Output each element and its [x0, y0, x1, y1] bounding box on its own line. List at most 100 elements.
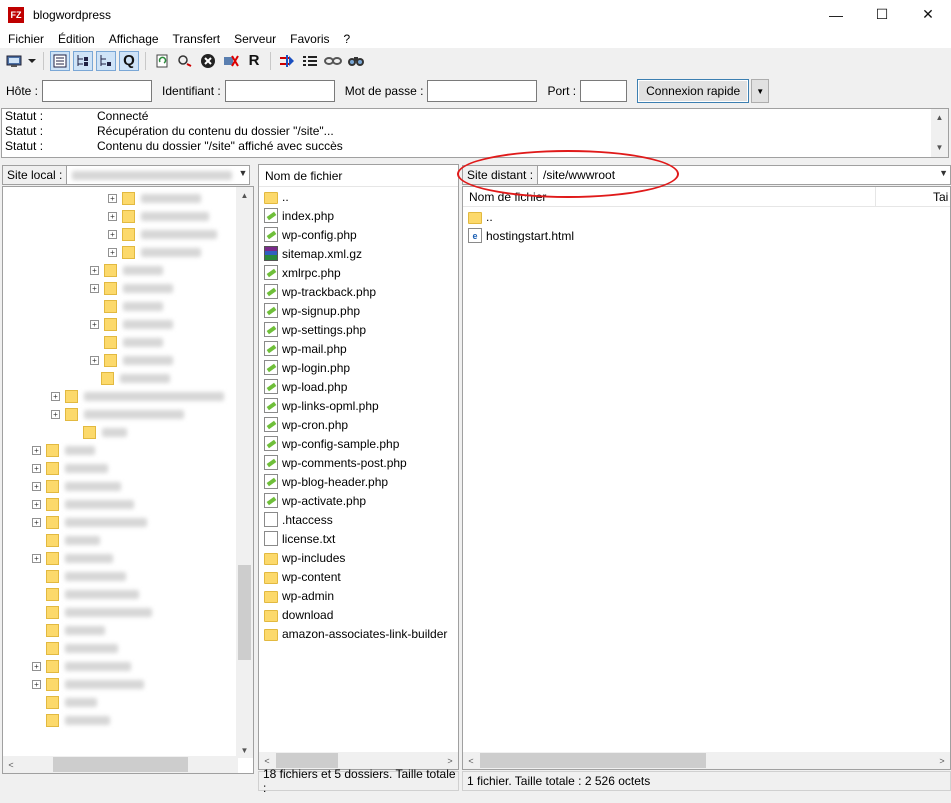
file-row[interactable]: wp-signup.php — [259, 301, 458, 320]
tree-node[interactable]: + — [108, 225, 217, 243]
file-row[interactable]: wp-activate.php — [259, 491, 458, 510]
file-row[interactable]: download — [259, 605, 458, 624]
search-icon[interactable] — [346, 51, 366, 71]
expand-icon[interactable]: + — [32, 481, 41, 491]
local-tree[interactable]: + + + + + + + + + + + + + + + + + + ▲ ▼ < — [2, 186, 254, 774]
remote-size-column-header[interactable]: Tai — [933, 190, 948, 204]
tree-node[interactable]: + — [90, 351, 173, 369]
file-row[interactable]: wp-trackback.php — [259, 282, 458, 301]
remote-path[interactable]: /site/wwwroot — [543, 168, 615, 182]
remote-name-column-header[interactable]: Nom de fichier Tai — [463, 187, 950, 207]
tree-node[interactable] — [87, 369, 170, 387]
tree-node[interactable] — [32, 531, 100, 549]
tree-node[interactable] — [32, 603, 152, 621]
local-path-combo[interactable]: ▼ — [67, 165, 251, 185]
file-row[interactable]: .. — [259, 187, 458, 206]
tree-node[interactable]: + — [32, 477, 121, 495]
tree-node[interactable]: + — [32, 513, 147, 531]
close-button[interactable]: ✕ — [905, 0, 951, 29]
disconnect-icon[interactable] — [221, 51, 241, 71]
expand-icon[interactable]: + — [90, 265, 99, 275]
toggle-queue-icon[interactable]: Q — [119, 50, 139, 71]
scroll-left-icon[interactable]: < — [3, 760, 19, 770]
menu-affichage[interactable]: Affichage — [102, 32, 166, 46]
expand-icon[interactable]: + — [32, 553, 41, 563]
file-row[interactable]: amazon-associates-link-builder — [259, 624, 458, 643]
cancel-icon[interactable] — [198, 51, 218, 71]
expand-icon[interactable]: + — [32, 517, 41, 527]
toggle-remote-tree-icon[interactable] — [96, 50, 116, 71]
file-row[interactable]: sitemap.xml.gz — [259, 244, 458, 263]
file-row[interactable]: wp-settings.php — [259, 320, 458, 339]
tree-node[interactable] — [32, 621, 105, 639]
expand-icon[interactable]: + — [32, 445, 41, 455]
local-tree-hscroll[interactable]: < — [3, 756, 238, 773]
expand-icon[interactable]: + — [108, 193, 117, 203]
file-row[interactable]: wp-comments-post.php — [259, 453, 458, 472]
expand-icon[interactable]: + — [108, 229, 117, 239]
tree-node[interactable] — [90, 297, 163, 315]
tree-node[interactable]: + — [51, 387, 224, 405]
menu-favoris[interactable]: Favoris — [283, 32, 336, 46]
site-manager-icon[interactable] — [4, 51, 24, 71]
host-input[interactable] — [42, 80, 153, 102]
menu-help[interactable]: ? — [337, 32, 358, 46]
tree-node[interactable]: + — [32, 495, 134, 513]
menu-edition[interactable]: Édition — [51, 32, 102, 46]
toggle-local-tree-icon[interactable] — [73, 50, 93, 71]
tree-node[interactable]: + — [32, 441, 95, 459]
menu-transfert[interactable]: Transfert — [166, 32, 228, 46]
scroll-right-icon[interactable]: > — [442, 756, 458, 766]
scroll-thumb[interactable] — [53, 757, 188, 772]
expand-icon[interactable]: + — [108, 247, 117, 257]
scroll-thumb[interactable] — [480, 753, 706, 768]
quickconnect-dropdown-icon[interactable]: ▼ — [751, 79, 770, 103]
file-row[interactable]: wp-admin — [259, 586, 458, 605]
scroll-down-icon[interactable]: ▼ — [236, 742, 253, 758]
tree-node[interactable] — [69, 423, 127, 441]
file-row[interactable]: wp-links-opml.php — [259, 396, 458, 415]
tree-node[interactable] — [32, 711, 110, 729]
tree-node[interactable]: + — [90, 279, 173, 297]
file-row[interactable]: index.php — [259, 206, 458, 225]
tree-node[interactable]: + — [32, 549, 113, 567]
sync-browse-icon[interactable] — [323, 51, 343, 71]
tree-node[interactable]: + — [108, 189, 201, 207]
scroll-thumb[interactable] — [238, 565, 251, 660]
compare-icon[interactable] — [277, 51, 297, 71]
expand-icon[interactable]: + — [32, 679, 41, 689]
expand-icon[interactable]: + — [32, 463, 41, 473]
tree-node[interactable] — [90, 333, 163, 351]
file-row[interactable]: .htaccess — [259, 510, 458, 529]
dropdown-arrow-icon[interactable] — [27, 51, 37, 71]
filter-icon[interactable] — [300, 51, 320, 71]
tree-node[interactable]: + — [90, 261, 163, 279]
chevron-down-icon[interactable]: ▼ — [238, 168, 247, 178]
file-row[interactable]: license.txt — [259, 529, 458, 548]
file-row[interactable]: wp-mail.php — [259, 339, 458, 358]
toggle-log-icon[interactable] — [50, 50, 70, 71]
tree-node[interactable]: + — [51, 405, 184, 423]
file-row[interactable]: wp-login.php — [259, 358, 458, 377]
scroll-left-icon[interactable]: < — [259, 756, 275, 766]
file-row[interactable]: wp-blog-header.php — [259, 472, 458, 491]
expand-icon[interactable]: + — [32, 661, 41, 671]
menu-fichier[interactable]: Fichier — [1, 32, 51, 46]
tree-node[interactable]: + — [90, 315, 173, 333]
file-row[interactable]: wp-load.php — [259, 377, 458, 396]
user-input[interactable] — [224, 80, 335, 102]
file-row[interactable]: wp-cron.php — [259, 415, 458, 434]
local-name-column-header[interactable]: Nom de fichier — [259, 165, 458, 187]
tree-node[interactable] — [32, 585, 139, 603]
file-row[interactable]: e hostingstart.html — [463, 226, 950, 245]
process-queue-icon[interactable] — [175, 51, 195, 71]
tree-node[interactable]: + — [32, 459, 108, 477]
tree-node[interactable] — [32, 693, 97, 711]
expand-icon[interactable]: + — [90, 355, 99, 365]
remote-files-hscroll[interactable]: < > — [463, 752, 950, 769]
tree-node[interactable]: + — [32, 657, 131, 675]
file-row[interactable]: xmlrpc.php — [259, 263, 458, 282]
menu-serveur[interactable]: Serveur — [227, 32, 283, 46]
scroll-right-icon[interactable]: > — [934, 756, 950, 766]
scroll-down-icon[interactable]: ▼ — [931, 139, 948, 155]
